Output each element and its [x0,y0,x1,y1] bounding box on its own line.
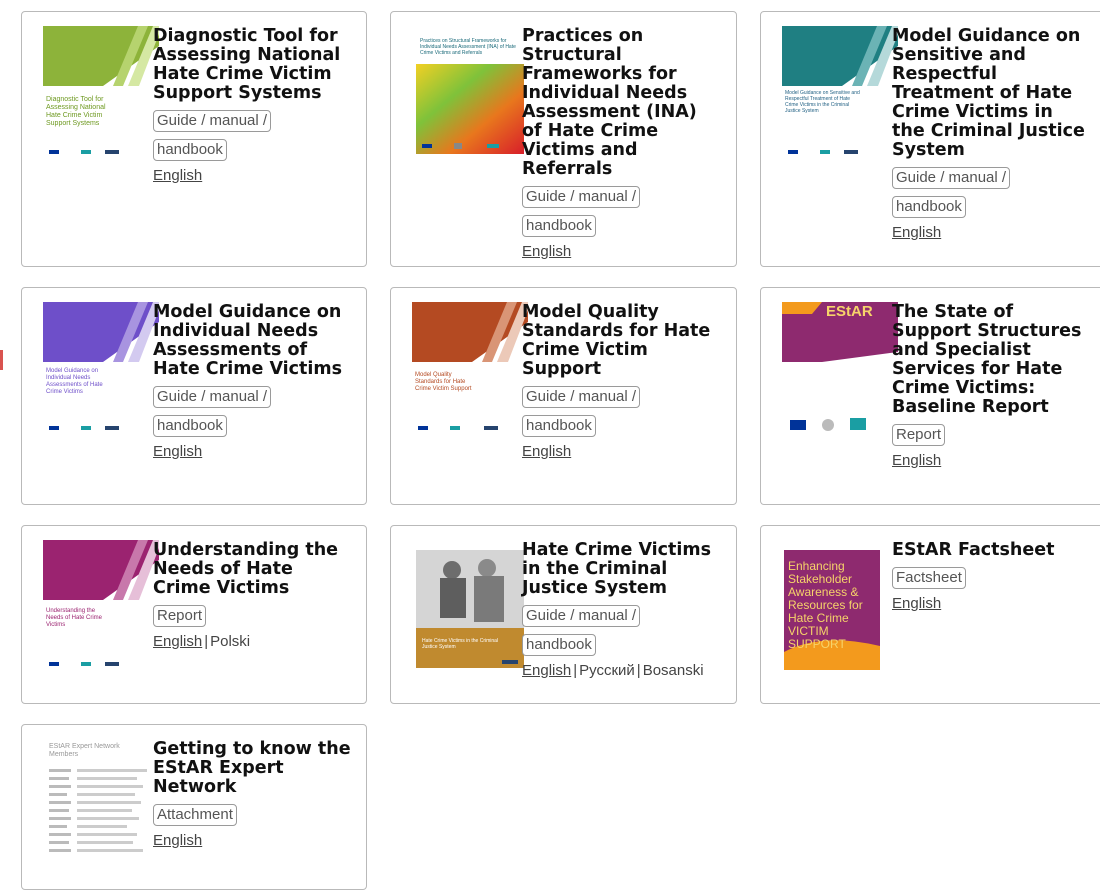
language-link-english[interactable]: English [153,443,202,460]
language-russian: Русский [579,662,635,679]
cover-thumbnail[interactable]: Enhancing Stakeholder Awareness & Resour… [782,540,898,672]
tag-badge: handbook [153,415,227,437]
cover-thumbnail[interactable]: Model Guidance on Sensitive and Respectf… [782,26,898,158]
separator: | [573,662,578,679]
cover-title: Enhancing Stakeholder Awareness & Resour… [788,559,863,651]
language-polski: Polski [210,633,251,650]
language-link-english[interactable]: English [892,595,941,612]
language-link-english[interactable]: English [522,662,571,679]
tag-badge: handbook [522,215,596,237]
cover-title: Hate Crime Victims in the Criminal Justi… [422,638,499,650]
separator: | [636,662,641,679]
tag-badge: Report [892,424,946,446]
cover-title: Model Guidance on Individual Needs Asses… [46,368,103,395]
publication-card[interactable]: Practices on Structural Frameworks for I… [390,11,737,267]
language-link-english[interactable]: English [892,224,941,241]
language-link-english[interactable]: English [153,832,202,849]
language-bosanski: Bosanski [642,662,704,679]
card-title[interactable]: Model Guidance on Individual Needs Asses… [153,303,352,379]
cover-thumbnail[interactable]: Understanding the Needs of Hate Crime Vi… [43,540,159,672]
card-title[interactable]: Understanding the Needs of Hate Crime Vi… [153,541,352,598]
cover-title: EStAR Expert Network Members [49,743,120,758]
cover-title: Model Quality Standards for Hate Crime V… [415,372,472,392]
publication-card[interactable]: Diagnostic Tool for Assessing National H… [21,11,367,267]
cover-title: EStAR [826,303,873,320]
tag-badge: handbook [522,415,596,437]
cover-title: Understanding the Needs of Hate Crime Vi… [46,608,103,628]
tag-badge: Guide / manual / [153,110,272,132]
language-link-english[interactable]: English [522,243,571,260]
tag-badge: Guide / manual / [522,386,641,408]
card-title[interactable]: Hate Crime Victims in the Criminal Justi… [522,541,722,598]
card-title[interactable]: Practices on Structural Frameworks for I… [522,27,722,179]
edge-marker [0,350,3,370]
tag-badge: Factsheet [892,567,966,589]
publication-card[interactable]: Understanding the Needs of Hate Crime Vi… [21,525,367,704]
language-link-english[interactable]: English [153,167,202,184]
cover-image-icon [43,26,159,158]
card-title[interactable]: Model Guidance on Sensitive and Respectf… [892,27,1091,160]
tag-badge: Attachment [153,804,237,826]
cover-title: Model Guidance on Sensitive and Respectf… [785,90,860,114]
language-link-english[interactable]: English [153,633,202,650]
card-title[interactable]: EStAR Factsheet [892,541,1091,560]
card-title[interactable]: Getting to know the EStAR Expert Network [153,740,352,797]
tag-badge: handbook [892,196,966,218]
card-title[interactable]: The State of Support Structures and Spec… [892,303,1091,417]
cover-thumbnail[interactable]: EStAR [782,302,898,434]
language-link-english[interactable]: English [522,443,571,460]
language-link-english[interactable]: English [892,452,941,469]
tag-badge: Report [153,605,207,627]
card-title[interactable]: Model Quality Standards for Hate Crime V… [522,303,722,379]
publication-card[interactable]: Model Quality Standards for Hate Crime V… [390,287,737,505]
cover-thumbnail[interactable]: Model Guidance on Individual Needs Asses… [43,302,159,434]
cover-thumbnail[interactable]: Diagnostic Tool for Assessing National H… [43,26,159,158]
card-title[interactable]: Diagnostic Tool for Assessing National H… [153,27,352,103]
publication-card[interactable]: Model Guidance on Individual Needs Asses… [21,287,367,505]
tag-badge: handbook [153,139,227,161]
cover-title: Practices on Structural Frameworks for I… [420,38,516,56]
publication-card[interactable]: EStAR The State of Support Structures an… [760,287,1100,505]
cover-thumbnail[interactable]: Hate Crime Victims in the Criminal Justi… [412,540,528,672]
publication-card[interactable]: EStAR Expert Network Members Getting to … [21,724,367,890]
cover-thumbnail[interactable]: Model Quality Standards for Hate Crime V… [412,302,528,434]
tag-badge: Guide / manual / [522,186,641,208]
cover-title: Diagnostic Tool for Assessing National H… [46,96,106,127]
tag-badge: Guide / manual / [153,386,272,408]
tag-badge: Guide / manual / [522,605,641,627]
separator: | [204,633,209,650]
cover-thumbnail[interactable]: EStAR Expert Network Members [43,739,159,871]
publication-card[interactable]: Hate Crime Victims in the Criminal Justi… [390,525,737,704]
tag-badge: handbook [522,634,596,656]
tag-badge: Guide / manual / [892,167,1011,189]
publication-card[interactable]: Model Guidance on Sensitive and Respectf… [760,11,1100,267]
publication-card[interactable]: Enhancing Stakeholder Awareness & Resour… [760,525,1100,704]
cover-thumbnail[interactable]: Practices on Structural Frameworks for I… [412,26,528,158]
